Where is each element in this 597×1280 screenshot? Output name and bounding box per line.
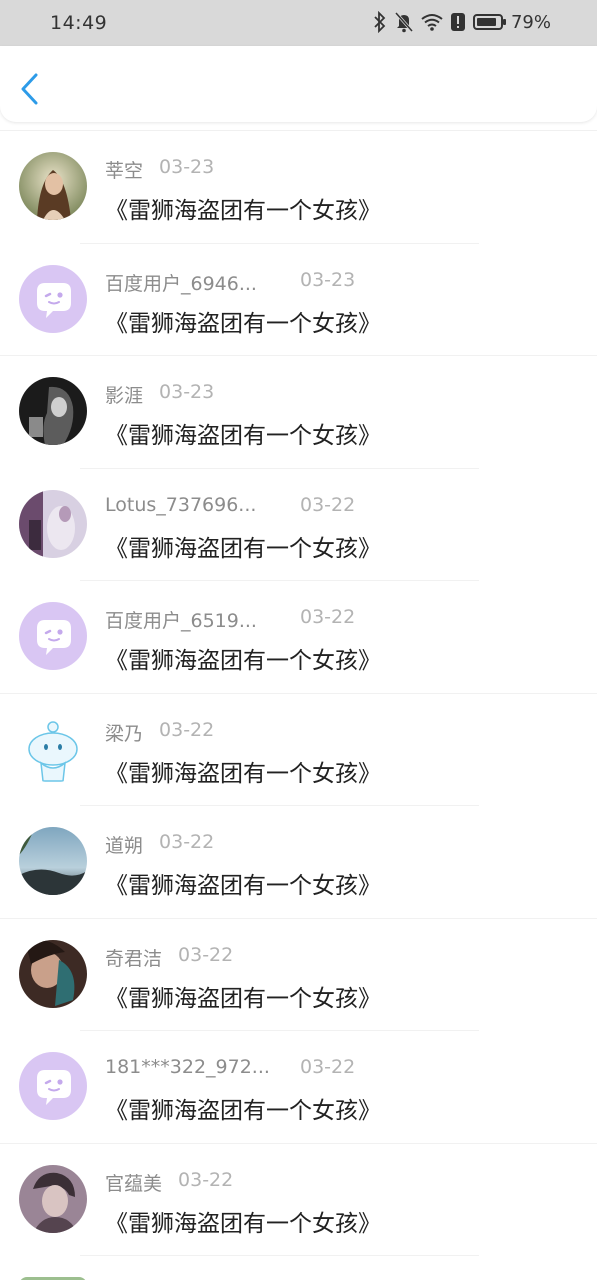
list-item[interactable]: 官蕴美 03-22 《雷狮海盗团有一个女孩》 — [0, 1144, 597, 1256]
list-item[interactable]: 百度用户_6519... 03-22 《雷狮海盗团有一个女孩》 — [0, 581, 597, 694]
chevron-left-icon — [21, 73, 38, 105]
top-nav-bar — [0, 46, 597, 122]
list-item[interactable]: 影涯 03-23 《雷狮海盗团有一个女孩》 — [0, 356, 597, 469]
battery-percent: 79% — [510, 12, 551, 33]
comment-date: 03-22 — [300, 493, 356, 516]
status-icons — [373, 11, 507, 33]
divider — [80, 1255, 479, 1256]
list-item[interactable]: 道朔 03-22 《雷狮海盗团有一个女孩》 — [0, 806, 597, 919]
avatar[interactable] — [19, 827, 87, 895]
work-title[interactable]: 《雷狮海盗团有一个女孩》 — [105, 1204, 381, 1238]
comment-date: 03-22 — [300, 1056, 356, 1078]
work-title[interactable]: 《雷狮海盗团有一个女孩》 — [105, 191, 381, 225]
comment-date: 03-22 — [159, 718, 215, 741]
user-name[interactable]: 官蕴美 — [105, 1169, 162, 1196]
user-name[interactable]: 181***322_972... — [105, 1056, 270, 1078]
work-title[interactable]: 《雷狮海盗团有一个女孩》 — [105, 1091, 381, 1125]
avatar[interactable] — [19, 489, 87, 558]
avatar[interactable] — [19, 377, 87, 445]
work-title[interactable]: 《雷狮海盗团有一个女孩》 — [105, 529, 381, 563]
work-title[interactable]: 《雷狮海盗团有一个女孩》 — [105, 754, 381, 788]
user-name[interactable]: 百度用户_6946... — [105, 269, 257, 296]
list-item[interactable]: 百度用户_6946... 03-23 《雷狮海盗团有一个女孩》 — [0, 244, 597, 356]
work-title[interactable]: 《雷狮海盗团有一个女孩》 — [105, 641, 381, 675]
mute-bell-icon — [395, 12, 413, 33]
user-name[interactable]: 道朔 — [105, 831, 143, 858]
comment-date: 03-23 — [300, 268, 356, 291]
user-name[interactable]: Lotus_737696... — [105, 494, 256, 516]
comment-date: 03-23 — [159, 156, 215, 178]
list-item[interactable]: 梁乃 03-22 《雷狮海盗团有一个女孩》 — [0, 694, 597, 806]
user-name[interactable]: 奇君洁 — [105, 944, 162, 971]
list-item[interactable]: 奇君洁 03-22 《雷狮海盗团有一个女孩》 — [0, 919, 597, 1031]
work-title[interactable]: 《雷狮海盗团有一个女孩》 — [105, 304, 381, 338]
battery-icon — [473, 14, 506, 30]
wifi-icon — [421, 14, 443, 31]
avatar[interactable] — [19, 714, 87, 783]
list-item[interactable]: 莘空 03-23 《雷狮海盗团有一个女孩》 — [0, 131, 597, 244]
alert-icon — [451, 13, 465, 31]
user-name[interactable]: 莘空 — [105, 156, 143, 183]
avatar[interactable] — [19, 602, 87, 670]
avatar[interactable] — [19, 1052, 87, 1120]
status-bar: 14:49 79% — [0, 0, 597, 46]
list-item[interactable]: Lotus_737696... 03-22 《雷狮海盗团有一个女孩》 — [0, 469, 597, 581]
back-button[interactable] — [18, 72, 46, 106]
avatar[interactable] — [19, 939, 87, 1008]
avatar[interactable] — [19, 1164, 87, 1233]
comment-date: 03-22 — [178, 1168, 234, 1191]
comment-date: 03-22 — [300, 606, 356, 628]
comment-date: 03-22 — [178, 943, 234, 966]
avatar[interactable] — [19, 152, 87, 220]
user-name[interactable]: 百度用户_6519... — [105, 606, 257, 633]
work-title[interactable]: 《雷狮海盗团有一个女孩》 — [105, 416, 381, 450]
work-title[interactable]: 《雷狮海盗团有一个女孩》 — [105, 866, 381, 900]
status-time: 14:49 — [50, 12, 108, 34]
bluetooth-icon — [374, 11, 386, 33]
comment-list: 莘空 03-23 《雷狮海盗团有一个女孩》 百度用户_6946... 03-23 《雷狮海… — [0, 130, 597, 1256]
user-name[interactable]: 梁乃 — [105, 719, 143, 746]
work-title[interactable]: 《雷狮海盗团有一个女孩》 — [105, 979, 381, 1013]
avatar[interactable] — [19, 264, 87, 333]
list-item[interactable]: 181***322_972... 03-22 《雷狮海盗团有一个女孩》 — [0, 1031, 597, 1144]
comment-date: 03-22 — [159, 831, 215, 853]
comment-date: 03-23 — [159, 381, 215, 403]
user-name[interactable]: 影涯 — [105, 381, 143, 408]
